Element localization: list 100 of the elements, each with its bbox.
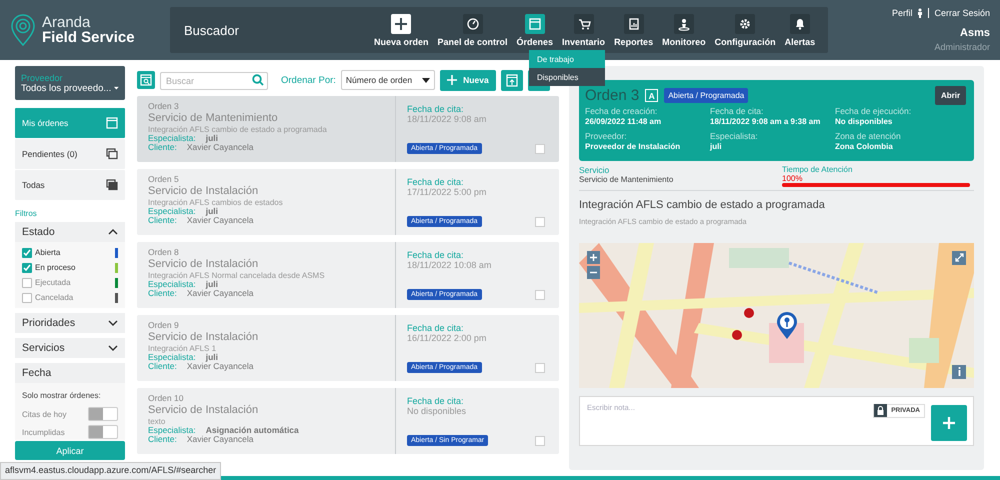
- appointment-date: 16/11/2022 2:00 pm: [407, 333, 488, 343]
- field-label: Fecha de cita:: [407, 250, 465, 260]
- lock-icon: [877, 406, 884, 416]
- client-name: Xavier Cayancela: [186, 435, 254, 446]
- filter-header[interactable]: Estado: [15, 222, 125, 242]
- provider-dropdown[interactable]: Proveedor Todos los proveedo...: [15, 66, 125, 100]
- sort-dropdown[interactable]: Número de orden: [340, 70, 435, 90]
- user-role: Administrador: [934, 42, 990, 52]
- zoom-in-button[interactable]: [587, 250, 600, 264]
- logout-link[interactable]: Cerrar Sesión: [934, 8, 990, 18]
- checkbox-label: Abierta: [35, 248, 62, 257]
- field-label: Especialista:: [710, 131, 759, 142]
- client-name: Xavier Cayancela: [186, 362, 254, 372]
- view-item[interactable]: Pendientes (0): [15, 139, 125, 169]
- nav-item[interactable]: Reportes: [614, 14, 654, 46]
- open-button[interactable]: Abrir: [935, 86, 966, 105]
- order-number: Orden 9: [148, 320, 180, 330]
- appointment-date: 18/11/2022 10:08 am: [407, 260, 492, 270]
- appointment-date: No disponibles: [407, 406, 468, 416]
- plus-icon: [943, 416, 955, 429]
- upload-window-icon: [506, 74, 518, 86]
- location-pin-icon: [776, 312, 798, 340]
- profile-link[interactable]: Perfil: [892, 8, 912, 18]
- chevron-icon: [108, 345, 118, 351]
- field-label: Especialista:: [148, 352, 196, 362]
- order-number: Orden 8: [148, 247, 180, 257]
- checkbox[interactable]: [535, 363, 545, 373]
- nav-item[interactable]: Configuración: [714, 14, 776, 46]
- field-label: Tiempo de Atención: [782, 164, 854, 174]
- checkbox[interactable]: [535, 436, 545, 446]
- order-number: Orden 10: [148, 393, 184, 403]
- caret-icon: [422, 78, 430, 82]
- filter-header[interactable]: Servicios: [15, 338, 125, 358]
- checkbox[interactable]: [22, 262, 32, 272]
- field-label: Servicio: [579, 164, 610, 175]
- order-description: Integración AFLS Normal cancelada desde ASMS: [148, 270, 326, 280]
- order-service: Servicio de Instalación: [148, 259, 260, 271]
- client-name: Xavier Cayancela: [186, 143, 254, 154]
- view-item[interactable]: Todas: [15, 170, 125, 200]
- field-label: Cliente:: [148, 435, 177, 446]
- info-button[interactable]: [952, 364, 966, 379]
- nav-item[interactable]: Órdenes: [516, 14, 554, 46]
- appointment-date: 17/11/2022 5:00 pm: [407, 187, 488, 197]
- field-label: Especialista:: [148, 134, 196, 144]
- specialist-name: juli: [206, 134, 218, 144]
- specialist-name: juli: [206, 352, 218, 362]
- toggle-switch[interactable]: [88, 425, 118, 439]
- order-description: Integración AFLS cambio de estado a programada: [148, 124, 328, 134]
- field-label: Proveedor:: [585, 131, 628, 142]
- nav-item[interactable]: Alertas: [784, 14, 816, 46]
- checkbox[interactable]: [22, 278, 32, 288]
- toggle-label: Citas de hoy: [22, 410, 66, 418]
- appointment-date: 18/11/2022 9:08 am: [407, 114, 488, 124]
- field-label: Fecha de cita:: [407, 104, 465, 114]
- field-label: Fecha de cita:: [710, 106, 764, 118]
- person-icon: [917, 8, 924, 18]
- brand-name: Field Service: [42, 30, 135, 45]
- toggle-label: Incumplidas: [22, 428, 65, 436]
- add-note-button[interactable]: [931, 404, 967, 441]
- client-name: Xavier Cayancela: [186, 289, 254, 300]
- field-label: Especialista:: [148, 426, 196, 436]
- checkbox[interactable]: [535, 290, 545, 300]
- filter-header[interactable]: Prioridades: [15, 313, 125, 333]
- caret-icon: [114, 86, 119, 90]
- brand-name: Aranda: [42, 15, 92, 30]
- order-description: Integración AFLS cambios de estados: [148, 198, 284, 207]
- field-label: Especialista:: [148, 206, 196, 216]
- nav-item[interactable]: Panel de control: [438, 14, 508, 46]
- window-icon: [106, 117, 118, 129]
- order-number: Orden 3: [148, 101, 180, 111]
- nav-item[interactable]: Inventario: [562, 14, 606, 46]
- order-service: Servicio de Mantenimiento: [148, 113, 279, 125]
- zoom-out-button[interactable]: [587, 266, 600, 279]
- fullscreen-button[interactable]: [952, 250, 966, 265]
- field-label: Cliente:: [148, 289, 177, 300]
- toggle-switch[interactable]: [88, 407, 118, 421]
- sort-label: Ordenar Por:: [281, 74, 336, 86]
- export-button[interactable]: [500, 70, 523, 90]
- specialist-name: juli: [206, 206, 218, 216]
- logo-icon: [10, 14, 36, 46]
- filter-toggle-button[interactable]: [137, 71, 155, 89]
- specialist-name: juli: [206, 280, 218, 290]
- checkbox[interactable]: [22, 292, 32, 302]
- field-label: Fecha de creación:: [585, 106, 658, 118]
- nav-item[interactable]: Monitoreo: [662, 14, 706, 46]
- checkbox[interactable]: [22, 248, 32, 258]
- checkbox[interactable]: [535, 144, 545, 154]
- field-value: Proveedor de Instalación: [585, 142, 682, 153]
- section-title: Buscador: [184, 22, 240, 38]
- field-value: Zona Colombia: [835, 142, 894, 153]
- order-service: Servicio de Instalación: [148, 186, 260, 198]
- order-subject: Integración AFLS cambio de estado a programada: [579, 198, 826, 211]
- priority-badge: A: [645, 89, 658, 102]
- order-service: Servicio de Instalación: [148, 405, 260, 417]
- filter-header: Fecha: [15, 363, 125, 383]
- field-label: Especialista:: [148, 280, 196, 290]
- nav-item[interactable]: Nueva orden: [374, 14, 429, 46]
- percentage-value: 100%: [782, 174, 802, 183]
- checkbox[interactable]: [535, 217, 545, 227]
- search-input[interactable]: Buscar: [160, 72, 268, 90]
